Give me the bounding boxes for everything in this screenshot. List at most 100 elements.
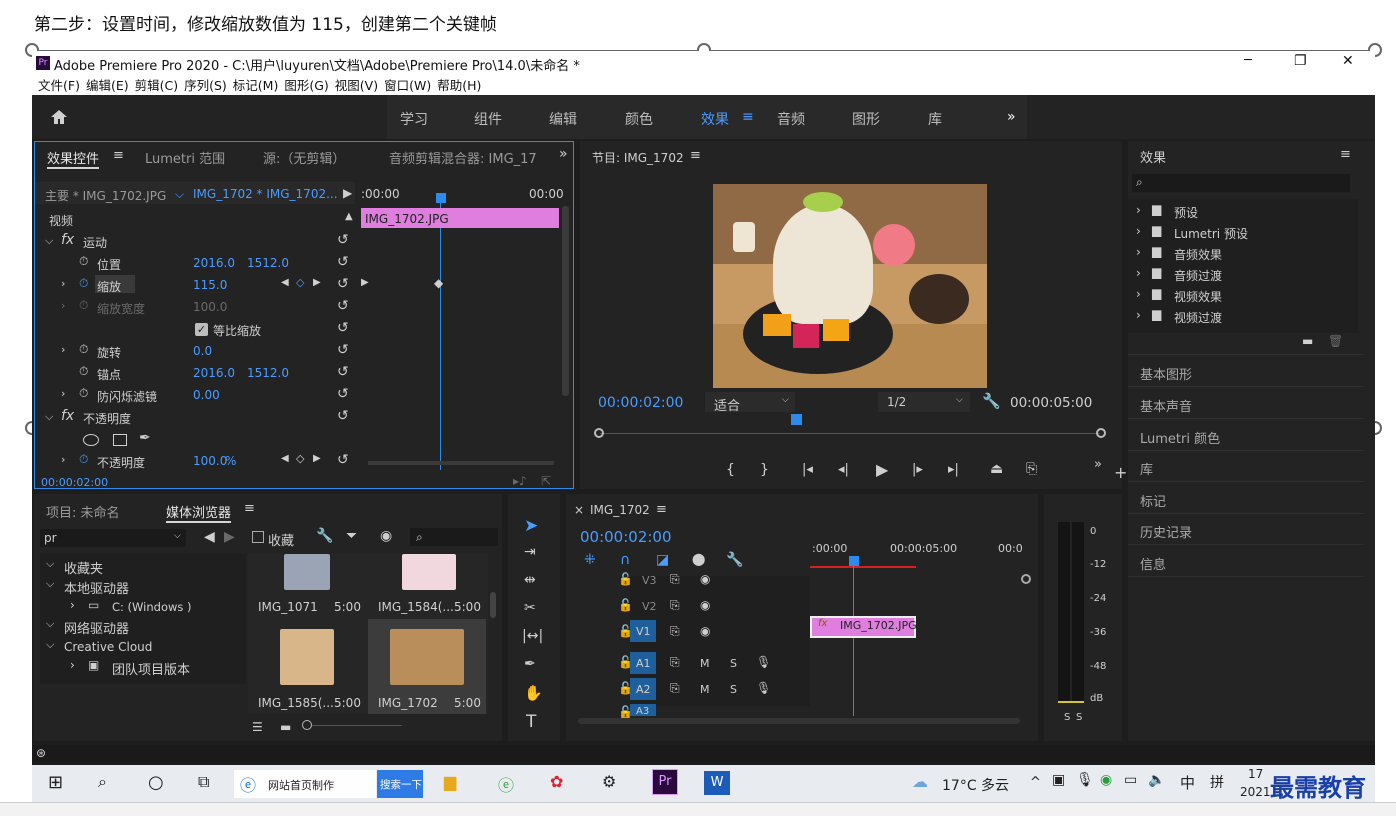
expand-icon[interactable]: ›	[61, 453, 65, 466]
type-tool-icon[interactable]: T	[526, 712, 536, 732]
ec-zoom-scroll[interactable]	[368, 461, 554, 465]
section-markers[interactable]: 标记	[1140, 491, 1166, 510]
reset-icon[interactable]: ↺	[337, 364, 349, 380]
browser-360-icon[interactable]: ⓔ	[498, 772, 514, 796]
add-keyframe-icon[interactable]: ◇	[296, 452, 304, 465]
app-icon[interactable]: ✿	[550, 772, 563, 791]
master-clip-label[interactable]: 主要 * IMG_1702.JPG	[45, 187, 166, 204]
chevron-down-icon[interactable]: ⌵	[956, 395, 963, 405]
menu-window[interactable]: 窗口(W)	[384, 78, 431, 93]
nest-icon[interactable]: ⁜	[584, 552, 596, 568]
chevron-right-icon[interactable]: ›	[1136, 224, 1141, 238]
solo-left-button[interactable]: S	[1064, 712, 1070, 723]
fx-icon[interactable]: fx	[61, 408, 74, 424]
chevron-right-icon[interactable]: ›	[1136, 245, 1141, 259]
thumb-name[interactable]: IMG_1702	[378, 696, 438, 710]
thumb-name[interactable]: IMG_1584(...	[378, 600, 454, 614]
stopwatch-active-icon[interactable]: ⏱	[79, 276, 88, 291]
collapse-up-icon[interactable]: ▲	[345, 211, 353, 222]
ws-tab-effects[interactable]: 效果	[701, 109, 729, 129]
add-button-icon[interactable]: +	[1114, 463, 1127, 482]
ws-tab-editing[interactable]: 编辑	[549, 109, 577, 129]
wrench-icon[interactable]: 🔧	[726, 552, 743, 568]
location-dropdown[interactable]	[40, 529, 186, 547]
razor-tool-icon[interactable]: ✂	[524, 600, 536, 616]
ws-menu-icon[interactable]: ≡	[742, 109, 754, 125]
ws-tab-assembly[interactable]: 组件	[474, 109, 502, 129]
ws-tab-learn[interactable]: 学习	[400, 109, 428, 129]
uniform-scale-checkbox[interactable]: ✓	[195, 323, 208, 336]
tree-local-drives[interactable]: 本地驱动器	[64, 578, 129, 597]
battery-icon[interactable]: ▭	[1124, 772, 1137, 788]
reset-icon[interactable]: ↺	[337, 386, 349, 402]
chevron-right-icon[interactable]: ›	[1136, 308, 1141, 322]
work-area-bar[interactable]	[810, 566, 916, 568]
menu-file[interactable]: 文件(F)	[38, 78, 80, 93]
program-timecode[interactable]: 00:00:02:00	[598, 395, 683, 411]
menu-view[interactable]: 视图(V)	[335, 78, 378, 93]
eye-icon[interactable]: ◉	[380, 528, 392, 544]
icon-view-icon[interactable]: ▬	[280, 720, 291, 734]
expand-icon[interactable]: ›	[61, 299, 65, 312]
search-icon[interactable]: ⌕	[98, 772, 107, 792]
panel-overflow-icon[interactable]: »	[559, 146, 568, 162]
section-libraries[interactable]: 库	[1140, 459, 1153, 478]
effects-item-audio-effects[interactable]: 音频效果	[1174, 246, 1222, 263]
section-essential-sound[interactable]: 基本声音	[1140, 396, 1192, 415]
sequence-clip-label[interactable]: IMG_1702 * IMG_1702...	[193, 187, 338, 201]
ripple-edit-tool-icon[interactable]: ⇹	[524, 572, 536, 588]
selection-tool-icon[interactable]: ➤	[524, 516, 538, 536]
panel-menu-icon[interactable]: ≡	[244, 501, 255, 516]
maximize-button[interactable]: ❐	[1294, 53, 1307, 69]
next-keyframe-icon[interactable]: ▶	[313, 453, 321, 464]
home-icon[interactable]	[50, 109, 68, 125]
effects-search-input[interactable]	[1132, 174, 1350, 192]
slip-tool-icon[interactable]: |↔|	[522, 628, 543, 644]
reset-icon[interactable]: ↺	[337, 276, 349, 292]
volume-icon[interactable]: 🔈	[1148, 772, 1165, 788]
tab-project[interactable]: 项目: 未命名	[46, 502, 120, 521]
play-triangle-icon[interactable]: ▶	[343, 186, 352, 200]
chevron-down-icon[interactable]: ⌵	[175, 187, 184, 202]
collapse-icon[interactable]: ⌵	[46, 617, 54, 631]
toggle-sync-icon[interactable]: ⎘	[670, 655, 680, 670]
tree-c-drive[interactable]: C: (Windows )	[112, 600, 192, 614]
ec-playhead[interactable]	[436, 193, 446, 203]
reset-icon[interactable]: ↺	[337, 298, 349, 314]
vscroll-handle[interactable]	[1021, 574, 1031, 584]
panel-menu-icon[interactable]: ≡	[690, 148, 701, 163]
play-icon[interactable]: ▶	[876, 460, 888, 479]
reset-icon[interactable]: ↺	[337, 232, 349, 248]
mute-button[interactable]: M	[700, 657, 710, 670]
prev-keyframe-icon[interactable]: ◀	[281, 277, 289, 288]
ime-mode[interactable]: 中	[1180, 772, 1195, 793]
filter-icon[interactable]: ⏷	[346, 528, 357, 544]
expand-icon[interactable]: ›	[61, 343, 65, 356]
chevron-right-icon[interactable]: ›	[1136, 287, 1141, 301]
tree-creative-cloud[interactable]: Creative Cloud	[64, 640, 152, 654]
delete-icon[interactable]: 🗑	[1328, 334, 1343, 348]
reset-icon[interactable]: ↺	[337, 452, 349, 468]
program-scrubber[interactable]	[600, 433, 1100, 434]
collapse-icon[interactable]: ⌵	[45, 234, 53, 248]
mute-button[interactable]: M	[700, 683, 710, 696]
toggle-sync-icon[interactable]: ⎘	[670, 681, 680, 696]
chevron-right-icon[interactable]: ›	[1136, 203, 1141, 217]
file-explorer-icon[interactable]: ▆	[444, 772, 456, 791]
step-forward-icon[interactable]: |▸	[912, 462, 923, 477]
toggle-sync-icon[interactable]: ⎘	[670, 598, 680, 613]
reset-icon[interactable]: ↺	[337, 320, 349, 336]
thumb-name[interactable]: IMG_1071	[258, 600, 318, 614]
scrubber-start-handle[interactable]	[594, 428, 604, 438]
menu-sequence[interactable]: 序列(S)	[184, 78, 227, 93]
step-back-icon[interactable]: ◂|	[838, 462, 849, 477]
word-icon[interactable]: W	[704, 771, 730, 795]
sequence-tab[interactable]: IMG_1702	[590, 503, 650, 517]
pen-mask-icon[interactable]: ✒	[139, 430, 151, 446]
panel-menu-icon[interactable]: ≡	[1340, 147, 1351, 162]
effects-item-audio-transitions[interactable]: 音频过渡	[1174, 267, 1222, 284]
position-y[interactable]: 1512.0	[247, 256, 289, 270]
expand-icon[interactable]: ›	[61, 277, 65, 290]
anchor-y[interactable]: 1512.0	[247, 366, 289, 380]
lift-icon[interactable]: ⏏	[990, 461, 1003, 477]
